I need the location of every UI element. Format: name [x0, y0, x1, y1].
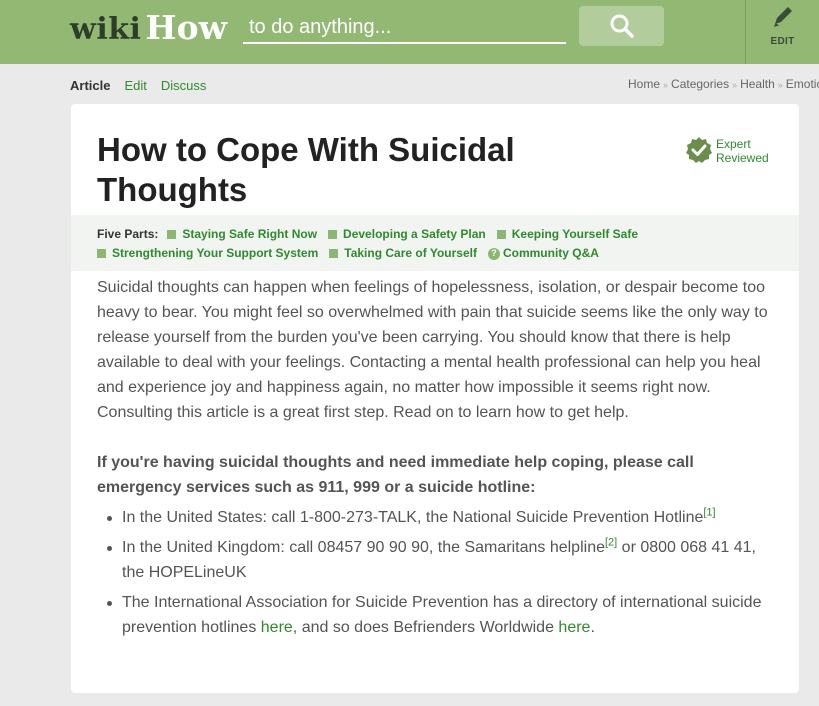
article-tabs: Article Edit Discuss [70, 78, 220, 93]
site-header: wiki How EDIT [0, 0, 819, 64]
part-link-community-qa[interactable]: ? Community Q&A [487, 244, 599, 263]
list-period: . [590, 619, 595, 636]
part-link-self-care[interactable]: Taking Care of Yourself [329, 244, 477, 263]
search-input[interactable] [243, 10, 566, 44]
edit-label: EDIT [770, 36, 795, 47]
breadcrumb-separator: » [732, 80, 738, 90]
list-item: The International Association for Suicid… [97, 590, 777, 640]
intro-paragraph: Suicidal thoughts can happen when feelin… [97, 279, 768, 421]
breadcrumb: Home»Categories»Health»Emotio [628, 77, 819, 91]
expert-label-line2: Reviewed [716, 151, 769, 165]
part-link-staying-safe[interactable]: Staying Safe Right Now [167, 225, 317, 244]
breadcrumb-separator: » [663, 80, 669, 90]
parts-label: Five Parts: [97, 227, 159, 241]
part-label: Taking Care of Yourself [344, 246, 477, 260]
part-label: Strengthening Your Support System [112, 246, 319, 260]
reference-link[interactable]: [2] [605, 537, 617, 549]
search-button[interactable] [579, 6, 664, 46]
iasp-link[interactable]: here [261, 619, 293, 636]
breadcrumb-health[interactable]: Health [740, 77, 775, 91]
emergency-notice: If you're having suicidal thoughts and n… [97, 454, 694, 496]
edit-button[interactable]: EDIT [746, 0, 819, 64]
parts-row-1: Five Parts: Staying Safe Right Now Devel… [97, 225, 773, 244]
list-item: In the United States: call 1-800-273-TAL… [97, 505, 777, 530]
parts-row-2: Strengthening Your Support System Taking… [97, 244, 773, 263]
expert-label-line1: Expert [716, 137, 751, 151]
logo-wiki-text: wiki [70, 12, 142, 47]
part-square-icon [97, 249, 106, 258]
wikihow-logo[interactable]: wiki How [70, 8, 228, 47]
tab-article[interactable]: Article [70, 78, 110, 93]
part-label: Keeping Yourself Safe [511, 227, 639, 241]
hotline-us-text: In the United States: call 1-800-273-TAL… [122, 509, 704, 526]
tab-discuss[interactable]: Discuss [161, 78, 207, 93]
part-link-support-system[interactable]: Strengthening Your Support System [97, 244, 318, 263]
part-label: Staying Safe Right Now [182, 227, 318, 241]
article-card: How to Cope With Suicidal Thoughts Exper… [71, 104, 799, 693]
part-link-keeping-safe[interactable]: Keeping Yourself Safe [496, 225, 639, 244]
breadcrumb-categories[interactable]: Categories [671, 77, 729, 91]
expert-reviewed-badge[interactable]: Expert Reviewed [685, 136, 769, 165]
question-icon: ? [487, 247, 500, 260]
parts-toc: Five Parts: Staying Safe Right Now Devel… [71, 215, 799, 271]
part-square-icon [328, 230, 338, 239]
befrienders-link[interactable]: here [558, 619, 590, 636]
article-title: How to Cope With Suicidal Thoughts [97, 131, 515, 208]
part-square-icon [496, 230, 506, 239]
search-icon [610, 14, 634, 38]
part-label: Community Q&A [502, 246, 599, 260]
reference-link[interactable]: [1] [703, 507, 715, 519]
breadcrumb-separator: » [777, 80, 783, 90]
part-label: Developing a Safety Plan [343, 227, 486, 241]
part-square-icon [329, 249, 339, 258]
expert-reviewed-label: Expert Reviewed [716, 137, 769, 165]
breadcrumb-emotional[interactable]: Emotio [786, 77, 819, 91]
tab-edit[interactable]: Edit [124, 78, 146, 93]
logo-how-text: How [145, 8, 228, 47]
breadcrumb-home[interactable]: Home [628, 77, 660, 91]
part-square-icon [167, 230, 177, 239]
pencil-icon [773, 7, 792, 27]
list-item: In the United Kingdom: call 08457 90 90 … [97, 535, 777, 585]
hotline-uk-text: In the United Kingdom: call 08457 90 90 … [122, 539, 605, 556]
expert-check-icon [686, 137, 712, 163]
hotline-list: In the United States: call 1-800-273-TAL… [97, 505, 777, 645]
part-link-safety-plan[interactable]: Developing a Safety Plan [328, 225, 486, 244]
befrienders-text: , and so does Befrienders Worldwide [292, 619, 559, 636]
